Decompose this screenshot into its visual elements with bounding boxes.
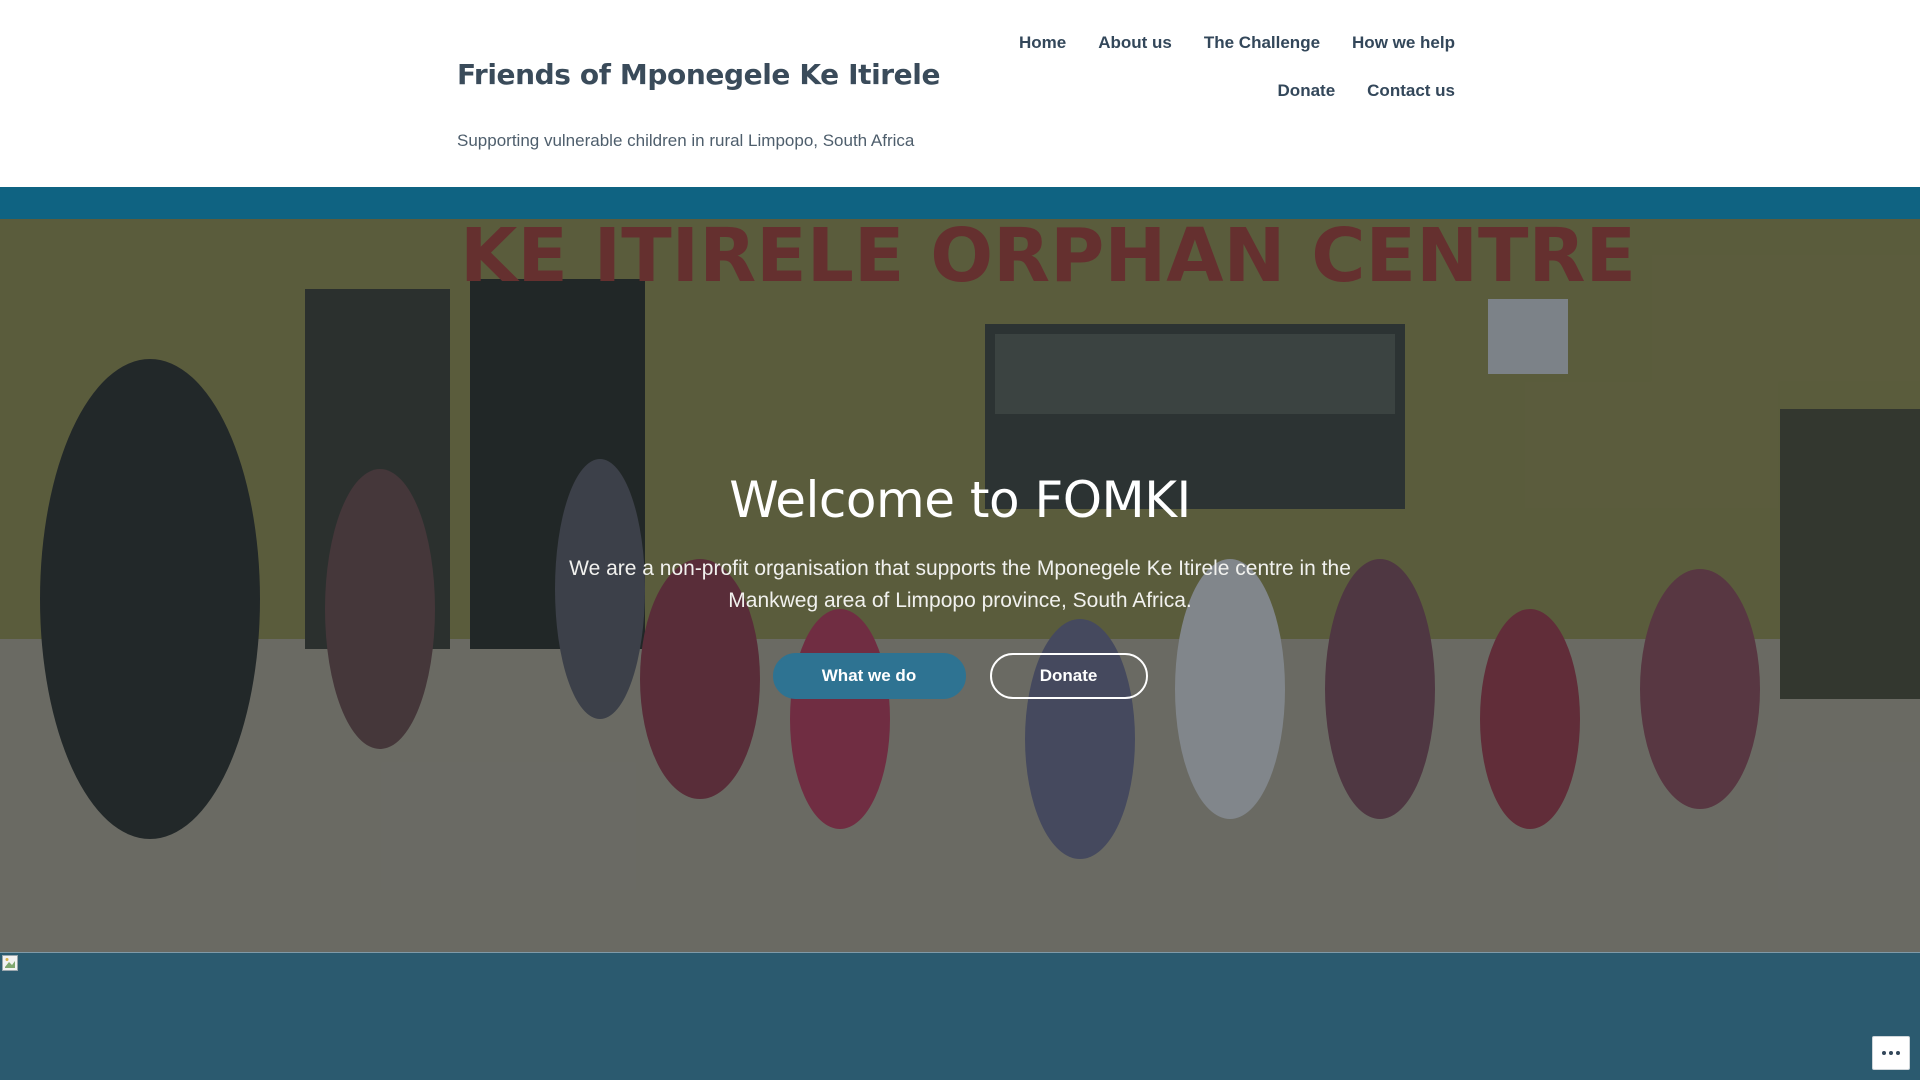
site-title-link[interactable]: Friends of Mponegele Ke Itirele: [457, 58, 940, 91]
page: Friends of Mponegele Ke Itirele Supporti…: [0, 0, 1920, 1080]
nav-item-how-we-help[interactable]: How we help: [1352, 32, 1455, 54]
nav-item-the-challenge[interactable]: The Challenge: [1204, 32, 1320, 54]
ellipsis-icon: [1882, 1051, 1886, 1055]
main-navigation: Home About us The Challenge How we help …: [935, 32, 1455, 102]
more-options-button[interactable]: [1872, 1036, 1910, 1070]
hero-buttons: What we do Donate: [560, 653, 1360, 699]
nav-item-about-us[interactable]: About us: [1098, 32, 1172, 54]
lower-section: [0, 952, 1920, 1080]
nav-item-home[interactable]: Home: [1019, 32, 1066, 54]
broken-image-icon: [2, 955, 18, 971]
hero-description: We are a non-profit organisation that su…: [569, 557, 1351, 612]
hero-content: Welcome to FOMKI We are a non-profit org…: [560, 469, 1360, 699]
site-header: Friends of Mponegele Ke Itirele Supporti…: [0, 0, 1920, 187]
hero-section: KE ITIRELE ORPHAN CENTRE Welcome to FOMK…: [0, 219, 1920, 952]
nav-item-donate[interactable]: Donate: [1278, 80, 1336, 102]
hero-title: Welcome to FOMKI: [729, 471, 1191, 529]
site-tagline: Supporting vulnerable children in rural …: [457, 131, 915, 150]
donate-button[interactable]: Donate: [989, 653, 1148, 699]
what-we-do-button[interactable]: What we do: [772, 653, 966, 699]
header-accent-stripe: [0, 187, 1920, 219]
nav-item-contact-us[interactable]: Contact us: [1367, 80, 1455, 102]
